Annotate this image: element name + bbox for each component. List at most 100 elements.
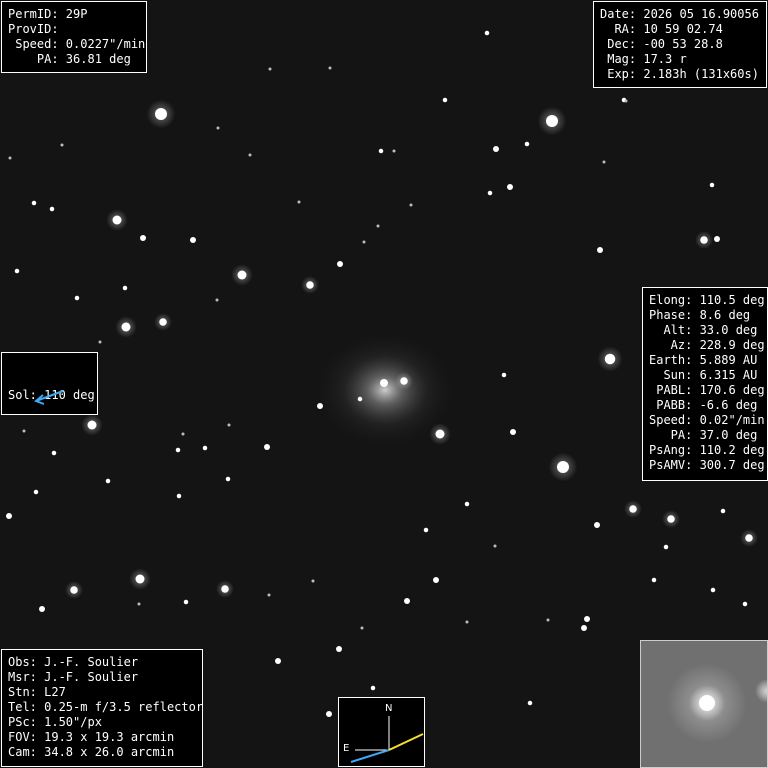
star xyxy=(629,505,637,513)
star xyxy=(221,585,229,593)
star xyxy=(337,261,343,267)
star xyxy=(8,156,12,160)
star xyxy=(594,522,600,528)
star xyxy=(527,700,533,706)
star xyxy=(297,200,301,204)
star xyxy=(122,285,128,291)
star xyxy=(624,99,628,103)
star xyxy=(121,322,131,332)
star xyxy=(376,224,380,228)
star xyxy=(39,606,45,612)
star xyxy=(464,501,470,507)
comet-nucleus xyxy=(380,379,388,387)
observer-info-panel: Obs: J.-F. Soulier Msr: J.-F. Soulier Stn:… xyxy=(1,649,203,767)
star xyxy=(370,685,376,691)
ephemeris-line: Earth: 5.889 AU xyxy=(649,353,758,367)
star xyxy=(557,461,569,473)
star xyxy=(98,340,102,344)
ephemeris-line: Speed: 0.02"/min xyxy=(649,413,765,427)
ephemeris-line: Az: 228.9 deg xyxy=(649,338,765,352)
star xyxy=(581,625,587,631)
observation-info-line: Mag: 17.3 r xyxy=(600,52,687,66)
star xyxy=(216,126,220,130)
star xyxy=(742,601,748,607)
ephemeris-panel: Elong: 110.5 deg Phase: 8.6 deg Alt: 33.0… xyxy=(642,287,768,481)
star xyxy=(49,206,55,212)
star xyxy=(404,598,410,604)
star xyxy=(248,153,252,157)
star xyxy=(159,318,167,326)
ephemeris-line: PA: 37.0 deg xyxy=(649,428,758,442)
star xyxy=(484,30,490,36)
object-info-line: PA: 36.81 deg xyxy=(8,52,131,66)
observer-info-line: FOV: 19.3 x 19.3 arcmin xyxy=(8,730,175,744)
star xyxy=(524,141,530,147)
star xyxy=(584,616,590,622)
star xyxy=(181,432,185,436)
observation-info-line: Date: 2026 05 16.90056 xyxy=(600,7,759,21)
star xyxy=(14,268,20,274)
star xyxy=(409,203,413,207)
star xyxy=(493,544,497,548)
star xyxy=(435,429,445,439)
star xyxy=(720,508,726,514)
observer-info-line: Obs: J.-F. Soulier xyxy=(8,655,139,669)
star xyxy=(74,295,80,301)
star xyxy=(510,429,516,435)
observer-info-line: Msr: J.-F. Soulier xyxy=(8,670,139,684)
star xyxy=(710,587,716,593)
star xyxy=(546,115,558,127)
ephemeris-line: PsAMV: 300.7 deg xyxy=(649,458,765,472)
star xyxy=(140,235,146,241)
ephemeris-line: PABB: -6.6 deg xyxy=(649,398,758,412)
observer-info-line: Tel: 0.25-m f/3.5 reflector xyxy=(8,700,204,714)
star xyxy=(465,620,469,624)
observation-info-line: Exp: 2.183h (131x60s) xyxy=(600,67,759,81)
star xyxy=(507,184,513,190)
object-info-line: ProvID: xyxy=(8,22,59,36)
object-info-line: PermID: 29P xyxy=(8,7,88,21)
star xyxy=(176,493,182,499)
star xyxy=(357,396,363,402)
star xyxy=(493,146,499,152)
star xyxy=(237,270,247,280)
observation-info-line: Dec: -00 53 28.8 xyxy=(600,37,723,51)
star xyxy=(501,372,507,378)
observation-info-panel: Date: 2026 05 16.90056 RA: 10 59 02.74 D… xyxy=(593,1,767,88)
sun-arrow-icon xyxy=(34,390,64,405)
star xyxy=(336,646,342,652)
star xyxy=(604,353,616,365)
north-label: N xyxy=(385,703,393,714)
star xyxy=(487,190,493,196)
star xyxy=(546,618,550,622)
ephemeris-line: Sun: 6.315 AU xyxy=(649,368,758,382)
star xyxy=(70,586,78,594)
star xyxy=(137,602,141,606)
star xyxy=(33,489,39,495)
star xyxy=(362,240,366,244)
observer-info-line: PSc: 1.50"/px xyxy=(8,715,102,729)
star xyxy=(175,447,181,453)
star xyxy=(745,534,753,542)
star xyxy=(714,236,720,242)
object-info-panel: PermID: 29P ProvID: Speed: 0.0227"/min PA… xyxy=(1,1,147,73)
star xyxy=(112,215,122,225)
star xyxy=(597,247,603,253)
star xyxy=(317,403,323,409)
compass-icon xyxy=(350,716,424,763)
star xyxy=(392,149,396,153)
star xyxy=(667,515,675,523)
star xyxy=(190,237,196,243)
star xyxy=(202,445,208,451)
star xyxy=(400,377,408,385)
east-label: E xyxy=(343,743,350,754)
observer-info-line: Stn: L27 xyxy=(8,685,66,699)
star xyxy=(215,298,219,302)
star xyxy=(267,593,271,597)
object-info-line: Speed: 0.0227"/min xyxy=(8,37,146,51)
star xyxy=(311,579,315,583)
observation-info-line: RA: 10 59 02.74 xyxy=(600,22,723,36)
star xyxy=(663,544,669,550)
star xyxy=(651,577,657,583)
sun-direction-panel: Sol: 110 deg xyxy=(1,352,98,415)
